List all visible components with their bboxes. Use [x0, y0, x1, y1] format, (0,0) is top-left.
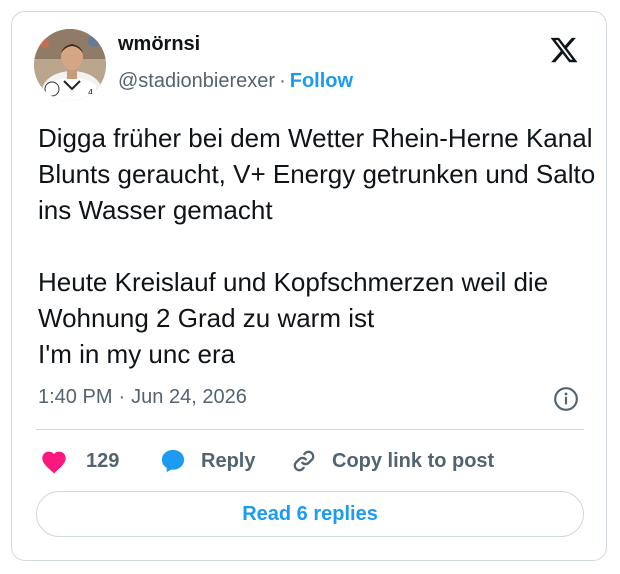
handle-separator: · [279, 70, 286, 92]
heart-icon [42, 451, 66, 474]
read-replies-button[interactable]: Read 6 replies [36, 491, 584, 537]
divider [36, 429, 584, 430]
info-icon[interactable] [553, 386, 579, 412]
author-handle[interactable]: @stadionbierexer [118, 70, 275, 92]
copy-link-button[interactable]: Copy link to post [290, 446, 494, 476]
x-logo-icon[interactable] [548, 35, 580, 65]
author-display-name[interactable]: wmörnsi [118, 33, 200, 56]
reply-button[interactable]: Reply [159, 446, 255, 476]
action-bar: 129 Reply Copy link to post [38, 446, 586, 476]
avatar[interactable]: 4 [34, 29, 106, 101]
tweet-paragraph: Heute Kreislauf und Kopfschmerzen weil d… [38, 267, 549, 333]
tweet-text: Digga früher bei dem Wetter Rhein-Herne … [38, 120, 598, 372]
link-icon [293, 450, 315, 472]
copy-link-label: Copy link to post [332, 449, 495, 472]
like-count: 129 [86, 449, 120, 472]
follow-button[interactable]: Follow [290, 70, 353, 92]
tweet-time: 1:40 PM [38, 386, 113, 408]
author-handle-row: @stadionbierexer · Follow [118, 70, 353, 93]
tweet-timestamp[interactable]: 1:40 PM · Jun 24, 2026 [38, 386, 247, 409]
like-button[interactable]: 129 [40, 446, 119, 476]
timestamp-separator: · [118, 386, 126, 408]
tweet-paragraph: Digga früher bei dem Wetter Rhein-Herne … [38, 123, 596, 225]
tweet-date: Jun 24, 2026 [131, 386, 247, 408]
reply-bubble-icon [161, 449, 185, 473]
reply-label: Reply [201, 449, 256, 472]
tweet-paragraph: I'm in my unc era [38, 339, 236, 369]
